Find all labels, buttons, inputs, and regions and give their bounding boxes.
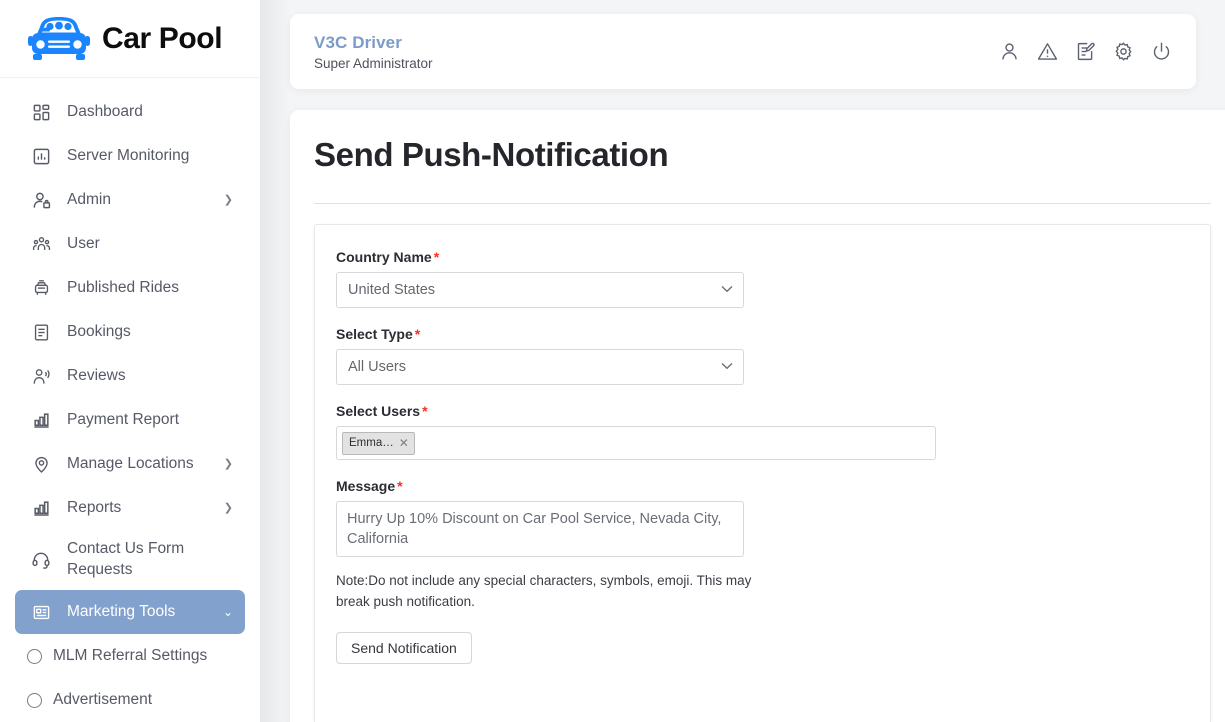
country-select[interactable]: United States (336, 272, 744, 308)
document-list-icon (27, 323, 55, 342)
type-select-wrap: All Users (336, 349, 744, 385)
sidebar-item-advertisement[interactable]: Advertisement (15, 678, 245, 722)
required-asterisk: * (397, 478, 403, 494)
sidebar-item-user[interactable]: User (15, 222, 245, 266)
sidebar-item-label: Bookings (67, 322, 131, 340)
sidebar-item-label: Reports (67, 498, 122, 516)
message-textarea[interactable] (336, 501, 744, 557)
message-note: Note:Do not include any special characte… (336, 573, 752, 609)
user-voice-icon (27, 367, 55, 386)
sidebar-item-label: MLM Referral Settings (53, 646, 208, 664)
field-select-users: Select Users * Emma… ✕ (336, 403, 1189, 460)
users-group-icon (27, 235, 55, 254)
circle-bullet-icon (27, 692, 42, 708)
bar-chart-box-icon (27, 147, 55, 166)
brand-name: Car Pool (102, 21, 223, 55)
required-asterisk: * (414, 326, 421, 342)
select-users-input[interactable]: Emma… ✕ (336, 426, 936, 460)
car-front-icon (22, 13, 96, 65)
sidebar-item-label: Reviews (67, 366, 126, 384)
sidebar-item-label: Server Monitoring (67, 146, 190, 164)
sidebar-item-label: Marketing Tools (67, 602, 176, 620)
chevron-right-icon: ❯ (223, 457, 233, 470)
power-off-icon[interactable] (1150, 41, 1172, 63)
select-type-label-text: Select Type (336, 326, 413, 342)
field-country-name: Country Name * United States (336, 249, 1189, 308)
sidebar-item-mlm-referral-settings[interactable]: MLM Referral Settings (15, 634, 245, 678)
sidebar-item-label: Contact Us Form Requests (67, 540, 185, 578)
main-area: V3C Driver Super Administrator Send Push… (260, 0, 1225, 722)
sidebar-item-admin[interactable]: Admin ❯ (15, 178, 245, 222)
selected-user-chip[interactable]: Emma… ✕ (342, 431, 415, 455)
country-name-label: Country Name * (336, 249, 1189, 265)
car-taxi-icon (27, 279, 55, 298)
headset-icon (27, 550, 55, 570)
sidebar-item-published-rides[interactable]: Published Rides (15, 266, 245, 310)
chevron-right-icon: ❯ (223, 501, 233, 514)
topbar-title: V3C Driver (314, 32, 402, 52)
warning-triangle-icon[interactable] (1036, 41, 1058, 63)
topbar: V3C Driver Super Administrator (290, 14, 1196, 89)
bar-chart-icon (27, 411, 55, 430)
sidebar: Car Pool Dashboard Server Monitoring Adm… (0, 0, 260, 722)
sidebar-item-bookings[interactable]: Bookings (15, 310, 245, 354)
bar-chart-icon (27, 499, 55, 518)
profile-icon[interactable] (998, 41, 1020, 63)
select-users-label: Select Users * (336, 403, 1189, 419)
content-card: Send Push-Notification Country Name * Uni… (290, 110, 1225, 722)
grid-dashboard-icon (27, 103, 55, 122)
sidebar-item-label: Advertisement (53, 690, 153, 708)
select-users-label-text: Select Users (336, 403, 421, 419)
country-name-label-text: Country Name (336, 249, 432, 265)
news-card-icon (27, 603, 55, 622)
select-type-label: Select Type * (336, 326, 1189, 342)
field-select-type: Select Type * All Users (336, 326, 1189, 385)
user-lock-icon (27, 191, 55, 210)
sidebar-item-label: Admin (67, 190, 111, 208)
close-icon[interactable]: ✕ (399, 437, 409, 449)
sidebar-item-label: Payment Report (67, 410, 179, 428)
push-notification-form: Country Name * United States Select Type *… (314, 224, 1211, 722)
sidebar-item-label: User (67, 234, 100, 252)
sidebar-item-reports[interactable]: Reports ❯ (15, 486, 245, 530)
edit-document-icon[interactable] (1074, 41, 1096, 63)
sidebar-item-label: Dashboard (67, 102, 143, 120)
sidebar-item-reviews[interactable]: Reviews (15, 354, 245, 398)
chevron-down-icon: ⌄ (222, 605, 233, 619)
selected-user-chip-label: Emma… (349, 437, 394, 449)
sidebar-item-server-monitoring[interactable]: Server Monitoring (15, 134, 245, 178)
message-label: Message * (336, 478, 1189, 494)
circle-bullet-icon (27, 648, 42, 664)
required-asterisk: * (422, 403, 428, 419)
message-label-text: Message (336, 478, 396, 494)
chevron-right-icon: ❯ (223, 193, 233, 206)
sidebar-item-dashboard[interactable]: Dashboard (15, 90, 245, 134)
field-message: Message* Note:Do not include any special… (336, 478, 1189, 664)
sidebar-item-label: Published Rides (67, 278, 180, 296)
page-title: Send Push-Notification (314, 136, 669, 173)
sidebar-item-label: Manage Locations (67, 454, 194, 472)
send-notification-button[interactable]: Send Notification (336, 632, 472, 664)
sidebar-item-payment-report[interactable]: Payment Report (15, 398, 245, 442)
sidebar-item-manage-locations[interactable]: Manage Locations ❯ (15, 442, 245, 486)
topbar-titles: V3C Driver Super Administrator (314, 33, 998, 71)
map-pin-icon (27, 455, 55, 474)
topbar-subtitle: Super Administrator (314, 55, 433, 71)
sidebar-item-contact-us-form-requests[interactable]: Contact Us Form Requests (15, 530, 245, 590)
brand-header[interactable]: Car Pool (0, 0, 260, 78)
sidebar-nav: Dashboard Server Monitoring Admin ❯ User… (0, 78, 260, 722)
country-select-wrap: United States (336, 272, 744, 308)
topbar-icon-group (998, 41, 1172, 63)
sidebar-item-marketing-tools[interactable]: Marketing Tools ⌄ (15, 590, 245, 634)
title-divider (314, 203, 1211, 204)
required-asterisk: * (433, 249, 440, 265)
type-select[interactable]: All Users (336, 349, 744, 385)
settings-gear-icon[interactable] (1112, 41, 1134, 63)
